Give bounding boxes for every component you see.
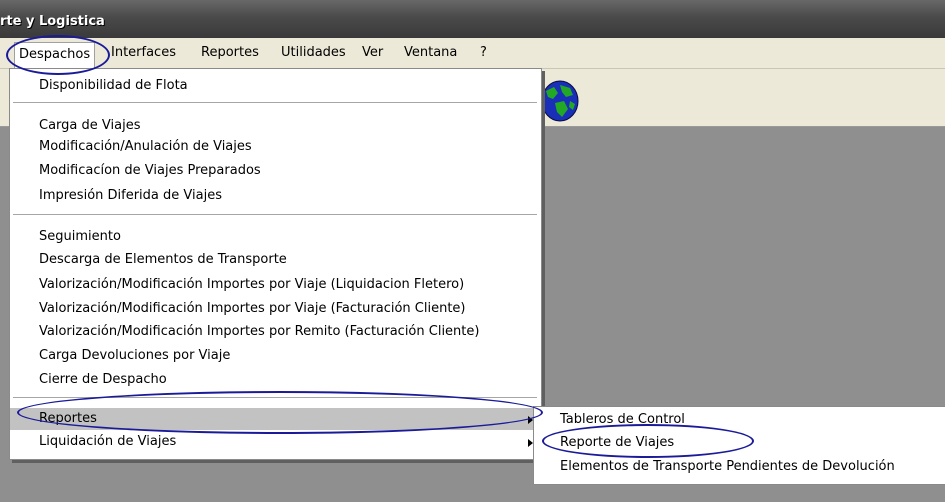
menu-item-cierre-despacho[interactable]: Cierre de Despacho	[10, 369, 541, 391]
menu-separator	[13, 397, 537, 399]
menu-item-label: Valorización/Modificación Importes por V…	[39, 277, 465, 292]
menu-item-label: Carga Devoluciones por Viaje	[39, 348, 231, 363]
menu-reportes[interactable]: Reportes	[201, 45, 259, 60]
menu-item-label: Valorización/Modificación Importes por R…	[39, 324, 480, 339]
submenu-item-tableros-de-control[interactable]: Tableros de Control	[534, 409, 945, 431]
workspace-bottom	[0, 483, 945, 502]
menu-utilidades[interactable]: Utilidades	[281, 45, 346, 60]
menu-item-modificacion-anulacion[interactable]: Modificación/Anulación de Viajes	[10, 136, 541, 158]
menu-item-label: Valorización/Modificación Importes por V…	[39, 301, 466, 316]
menu-item-label: Modificación/Anulación de Viajes	[39, 139, 252, 154]
menu-item-label: Descarga de Elementos de Transporte	[39, 252, 287, 267]
menu-item-descarga-elementos[interactable]: Descarga de Elementos de Transporte	[10, 249, 541, 271]
menu-help[interactable]: ?	[480, 45, 487, 60]
menu-item-carga-de-viajes[interactable]: Carga de Viajes	[10, 115, 541, 137]
menu-item-reportes[interactable]: Reportes	[10, 408, 541, 430]
menu-item-seguimiento[interactable]: Seguimiento	[10, 226, 541, 248]
menu-item-impresion-diferida[interactable]: Impresión Diferida de Viajes	[10, 185, 541, 207]
menu-item-valorizacion-fletero[interactable]: Valorización/Modificación Importes por V…	[10, 274, 541, 296]
menu-bar: Despachos Interfaces Reportes Utilidades…	[0, 38, 945, 69]
title-bar: rte y Logistica	[0, 0, 945, 38]
menu-item-label: Seguimiento	[39, 229, 121, 244]
menu-item-valorizacion-remito-cliente[interactable]: Valorización/Modificación Importes por R…	[10, 321, 541, 343]
submenu-item-elementos-pendientes[interactable]: Elementos de Transporte Pendientes de De…	[534, 456, 945, 478]
menu-separator	[13, 102, 537, 104]
menu-ventana[interactable]: Ventana	[404, 45, 457, 60]
menu-interfaces[interactable]: Interfaces	[111, 45, 176, 60]
window-title: rte y Logistica	[0, 14, 105, 29]
menu-item-label: Impresión Diferida de Viajes	[39, 188, 222, 203]
despachos-dropdown: Disponibilidad de Flota Carga de Viajes …	[9, 68, 542, 460]
submenu-item-label: Elementos de Transporte Pendientes de De…	[560, 459, 895, 474]
menu-item-label: Carga de Viajes	[39, 118, 141, 133]
menu-item-label: Reportes	[39, 411, 97, 426]
submenu-item-reporte-de-viajes[interactable]: Reporte de Viajes	[534, 432, 945, 454]
menu-item-label: Disponibilidad de Flota	[39, 78, 188, 93]
menu-item-label: Liquidación de Viajes	[39, 434, 177, 449]
submenu-item-label: Reporte de Viajes	[560, 435, 675, 450]
menu-despachos[interactable]: Despachos	[14, 42, 96, 68]
reportes-submenu: Tableros de Control Reporte de Viajes El…	[533, 406, 945, 485]
menu-item-label: Modificacíon de Viajes Preparados	[39, 163, 261, 178]
menu-item-modificacion-preparados[interactable]: Modificacíon de Viajes Preparados	[10, 160, 541, 182]
menu-ver[interactable]: Ver	[362, 45, 383, 60]
menu-item-carga-devoluciones[interactable]: Carga Devoluciones por Viaje	[10, 345, 541, 367]
menu-item-liquidacion-viajes[interactable]: Liquidación de Viajes	[10, 431, 541, 453]
submenu-item-label: Tableros de Control	[560, 412, 685, 427]
menu-separator	[13, 214, 537, 216]
menu-item-valorizacion-viaje-cliente[interactable]: Valorización/Modificación Importes por V…	[10, 298, 541, 320]
menu-item-disponibilidad-de-flota[interactable]: Disponibilidad de Flota	[10, 75, 541, 97]
globe-icon[interactable]	[540, 79, 580, 123]
menu-item-label: Cierre de Despacho	[39, 372, 167, 387]
